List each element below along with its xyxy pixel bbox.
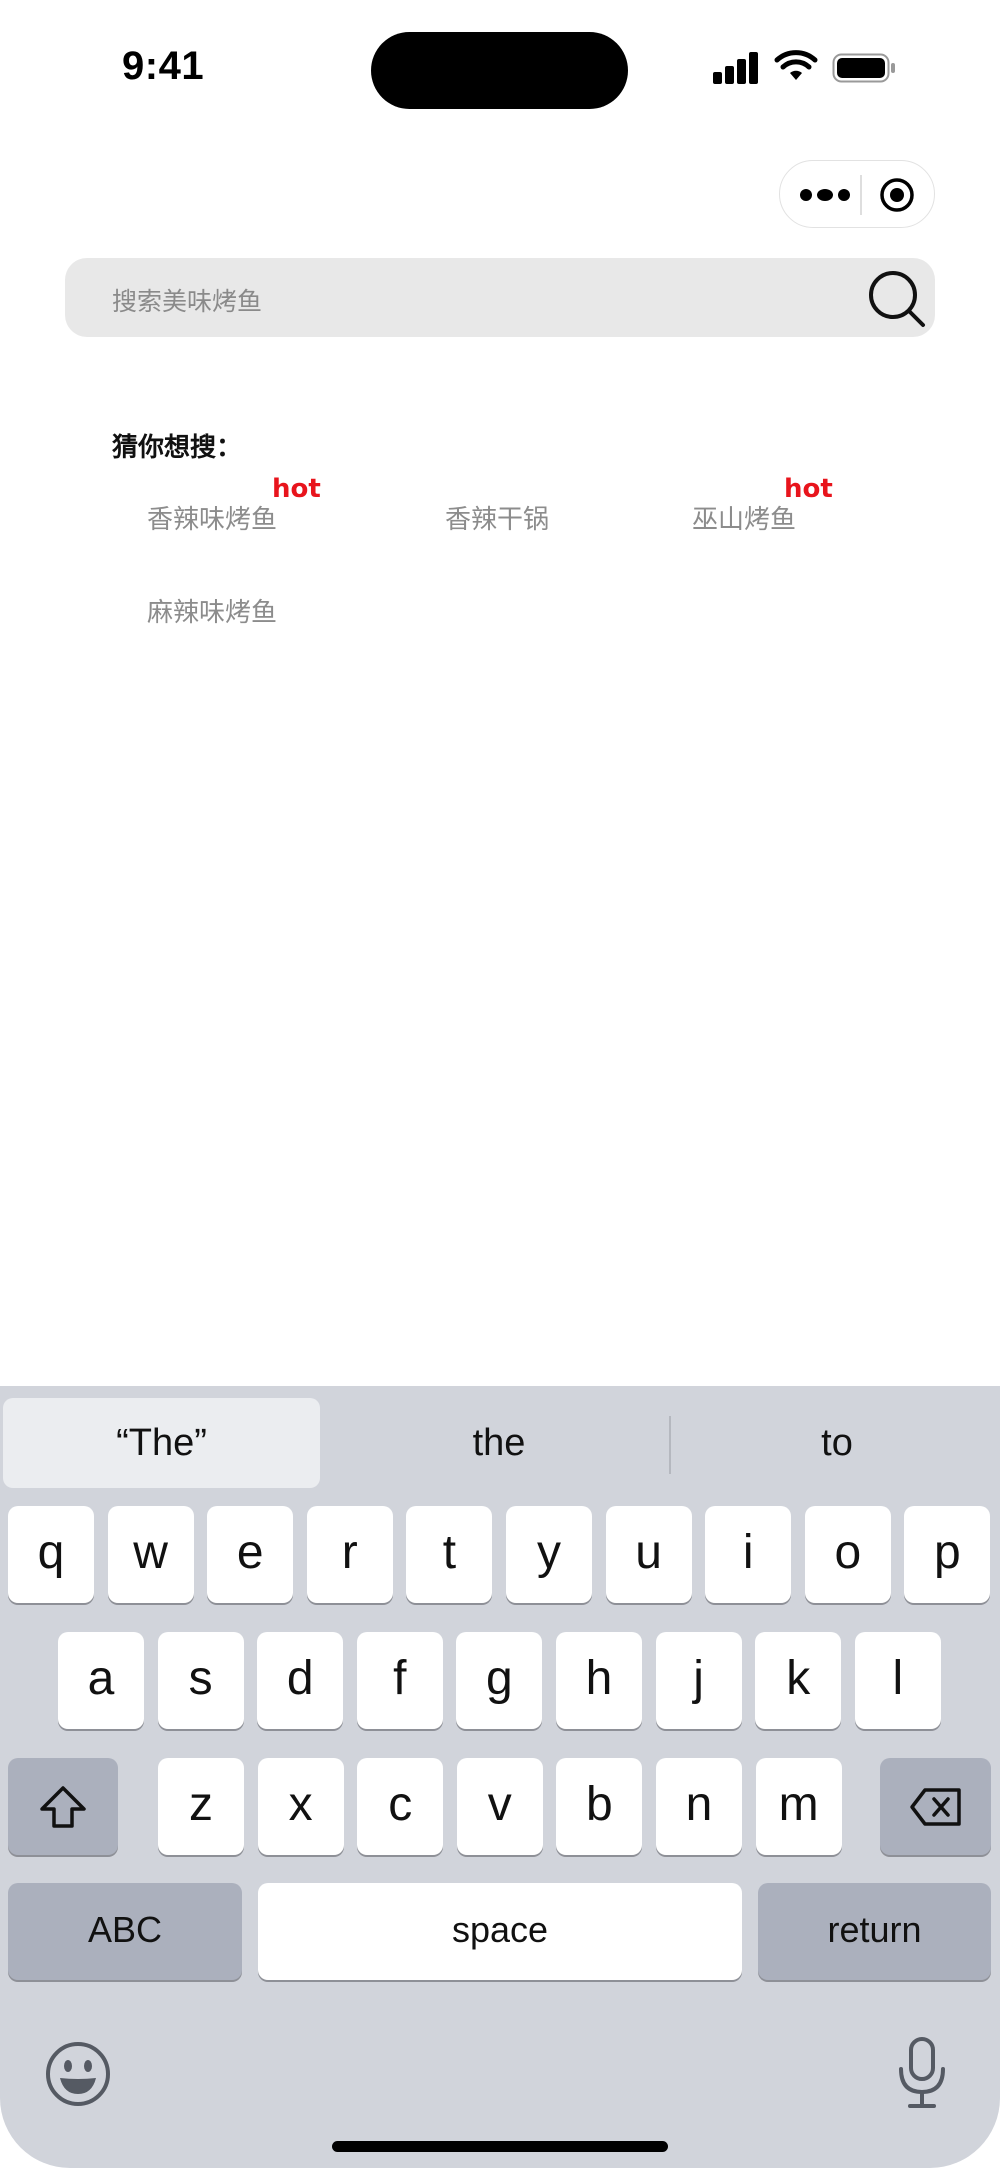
key-t[interactable]: t	[406, 1506, 493, 1603]
key-a[interactable]: a	[58, 1632, 144, 1729]
dynamic-island	[371, 32, 628, 109]
suggestion-tag[interactable]: 香辣干锅	[445, 499, 549, 536]
suggestions-title: 猜你想搜：	[112, 433, 243, 463]
search-input[interactable]: 搜索美味烤鱼	[112, 282, 262, 318]
key-i[interactable]: i	[705, 1506, 792, 1603]
key-p[interactable]: p	[904, 1506, 991, 1603]
more-options-icon[interactable]	[798, 183, 852, 207]
miniapp-capsule	[779, 160, 935, 228]
space-key[interactable]: space	[258, 1883, 742, 1980]
status-time: 9:41	[122, 44, 205, 88]
predictive-text-bar: “The” the to	[0, 1386, 1000, 1490]
suggestion-tag[interactable]: 香辣味烤鱼	[147, 499, 277, 536]
key-b[interactable]: b	[556, 1758, 643, 1855]
shift-key[interactable]	[8, 1758, 118, 1855]
prediction-divider	[669, 1416, 671, 1474]
key-d[interactable]: d	[257, 1632, 344, 1729]
key-o[interactable]: o	[804, 1506, 891, 1603]
key-x[interactable]: x	[257, 1758, 344, 1855]
prediction-2[interactable]: the	[336, 1398, 662, 1488]
key-e[interactable]: e	[207, 1506, 294, 1603]
capsule-divider	[860, 175, 862, 215]
delete-key[interactable]	[880, 1758, 991, 1855]
key-z[interactable]: z	[158, 1758, 244, 1855]
key-k[interactable]: k	[755, 1632, 842, 1729]
keyboard: “The” the to qwertyuiop asdfghjkl zxcvbn…	[0, 1386, 1000, 2168]
close-miniapp-icon[interactable]	[878, 176, 916, 214]
key-m[interactable]: m	[755, 1758, 842, 1855]
key-n[interactable]: n	[656, 1758, 742, 1855]
phone-screen: 9:41 搜索美味烤鱼 猜你想搜： 香辣味烤鱼 hot 香辣干锅 巫山烤鱼 ho…	[0, 0, 1000, 2168]
prediction-3[interactable]: to	[676, 1398, 998, 1488]
battery-icon	[832, 53, 895, 83]
microphone-icon[interactable]	[896, 2036, 948, 2110]
key-l[interactable]: l	[854, 1632, 941, 1729]
suggestion-tag[interactable]: 巫山烤鱼	[692, 499, 796, 536]
key-q[interactable]: q	[8, 1506, 94, 1603]
hot-badge: hot	[784, 474, 833, 504]
key-h[interactable]: h	[556, 1632, 642, 1729]
search-icon[interactable]	[865, 267, 929, 331]
key-v[interactable]: v	[456, 1758, 543, 1855]
key-y[interactable]: y	[506, 1506, 592, 1603]
cellular-signal-icon	[713, 52, 760, 84]
key-f[interactable]: f	[356, 1632, 443, 1729]
suggestion-tag[interactable]: 麻辣味烤鱼	[147, 592, 277, 629]
hot-badge: hot	[272, 474, 321, 504]
key-w[interactable]: w	[107, 1506, 194, 1603]
search-bar[interactable]: 搜索美味烤鱼	[65, 258, 935, 337]
return-key[interactable]: return	[758, 1883, 991, 1980]
shift-icon	[40, 1785, 86, 1828]
emoji-icon[interactable]	[44, 2040, 112, 2108]
home-indicator	[332, 2141, 668, 2152]
key-c[interactable]: c	[357, 1758, 444, 1855]
backspace-icon	[909, 1787, 961, 1826]
abc-key[interactable]: ABC	[8, 1883, 242, 1980]
key-s[interactable]: s	[157, 1632, 244, 1729]
wifi-icon	[774, 50, 818, 80]
key-r[interactable]: r	[306, 1506, 393, 1603]
prediction-1[interactable]: “The”	[3, 1398, 320, 1488]
key-u[interactable]: u	[605, 1506, 692, 1603]
key-g[interactable]: g	[456, 1632, 543, 1729]
key-j[interactable]: j	[655, 1632, 742, 1729]
